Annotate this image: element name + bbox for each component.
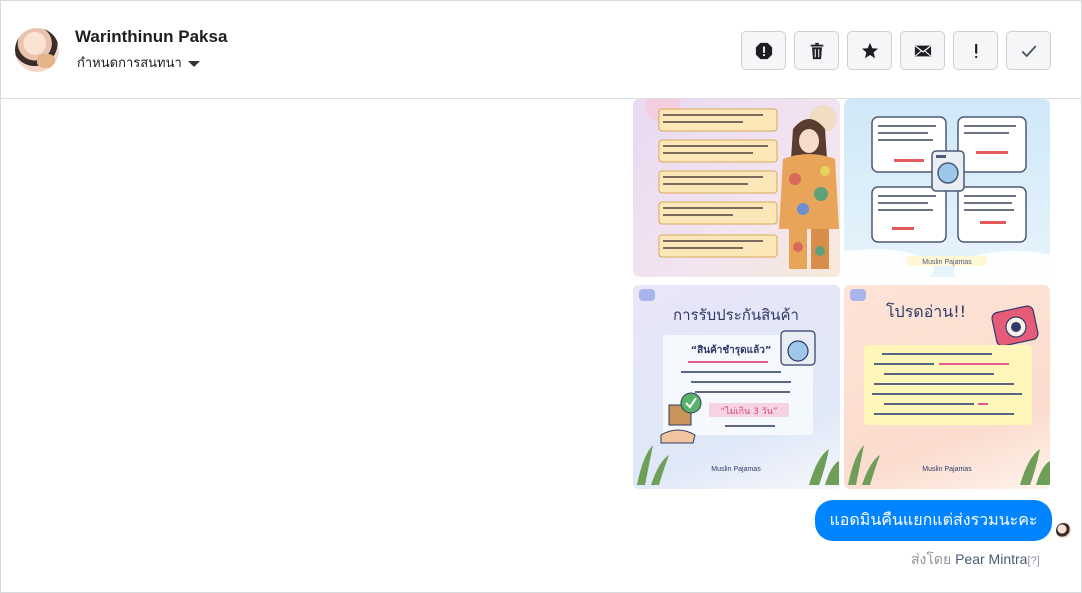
sent-by-label: ส่งโดย Pear Mintra[?] — [911, 549, 1040, 571]
conversation-settings-dropdown[interactable]: กำหนดการสนทนา — [77, 52, 200, 73]
mark-unread-button[interactable] — [900, 31, 945, 70]
attachment-image[interactable]: โปรดอ่าน!! Muslin Pajamas — [844, 285, 1050, 489]
attachment-image[interactable]: Muslin Pajamas — [844, 99, 1050, 277]
sent-by-prefix: ส่งโดย — [911, 551, 952, 567]
mark-done-button[interactable] — [1006, 31, 1051, 70]
brand-label: Muslin Pajamas — [711, 466, 761, 473]
conversation-header: Warinthinun Paksa กำหนดการสนทนา — [1, 1, 1081, 99]
message-bubble[interactable]: แอดมินคืนแยกแต่ส่งรวมนะคะ — [815, 500, 1052, 541]
exclamation-icon — [974, 43, 977, 58]
attachment-image[interactable] — [633, 99, 840, 277]
caret-down-icon — [187, 60, 200, 67]
info-card-image — [645, 99, 839, 269]
warranty-image: การรับประกันสินค้า “สินค้าชำรุดแล้ว” “ไม… — [637, 289, 839, 485]
contact-name[interactable]: Warinthinun Paksa — [75, 27, 227, 47]
action-toolbar — [741, 31, 1051, 70]
envelope-icon — [914, 45, 931, 56]
star-button[interactable] — [847, 31, 892, 70]
sender-name[interactable]: Pear Mintra — [955, 551, 1027, 567]
notice-image: โปรดอ่าน!! Muslin Pajamas — [848, 289, 1050, 485]
read-receipt-avatar — [1056, 523, 1071, 538]
mark-spam-button[interactable] — [741, 31, 786, 70]
avatar[interactable] — [15, 28, 59, 72]
conversation-panel: Warinthinun Paksa กำหนดการสนทนา Muslin P… — [0, 0, 1082, 593]
star-icon — [861, 42, 878, 58]
check-icon — [1021, 44, 1036, 57]
follow-up-button[interactable] — [953, 31, 998, 70]
image-title: การรับประกันสินค้า — [673, 306, 799, 324]
brand-label: Muslin Pajamas — [922, 466, 972, 473]
attachment-image[interactable]: การรับประกันสินค้า “สินค้าชำรุดแล้ว” “ไม… — [633, 285, 840, 489]
image-highlight: “ไม่เกิน 3 วัน” — [720, 406, 777, 417]
care-instructions-image: Muslin Pajamas — [844, 116, 1050, 277]
trash-icon — [810, 42, 823, 59]
delete-button[interactable] — [794, 31, 839, 70]
conversation-settings-label: กำหนดการสนทนา — [77, 55, 182, 70]
alert-octagon-icon — [755, 42, 772, 59]
brand-label: Muslin Pajamas — [922, 259, 972, 266]
image-title: โปรดอ่าน!! — [886, 302, 966, 321]
image-badge: “สินค้าชำรุดแล้ว” — [691, 344, 772, 356]
help-link[interactable]: [?] — [1027, 555, 1039, 567]
